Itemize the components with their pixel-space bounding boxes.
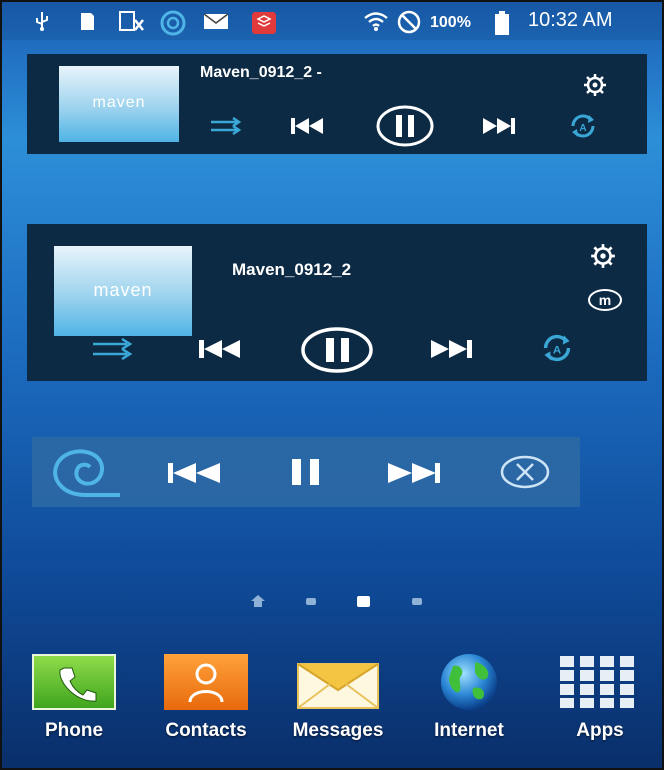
page-dot[interactable]: [412, 598, 422, 605]
track-title: Maven_0912_2: [232, 260, 352, 279]
next-icon[interactable]: [479, 116, 517, 136]
do-not-disturb-icon: [396, 10, 422, 39]
shuffle-icon[interactable]: [209, 116, 243, 136]
pause-icon[interactable]: [299, 326, 375, 374]
internet-label: Internet: [434, 720, 504, 741]
contacts-label: Contacts: [165, 720, 247, 741]
contacts-icon: [188, 663, 224, 703]
page-dot[interactable]: [306, 598, 316, 605]
album-art-text: maven: [93, 280, 153, 300]
email-icon: [202, 10, 234, 37]
apps-label: Apps: [576, 720, 624, 741]
maven-logo-icon[interactable]: [46, 445, 124, 499]
maven-icon: [158, 10, 188, 41]
track-title: Maven_0912_2 -: [200, 64, 322, 81]
music-widget-mini[interactable]: [32, 437, 580, 507]
gear-icon[interactable]: [582, 72, 608, 98]
music-widget-large[interactable]: maven Maven_0912_2 m A: [27, 224, 647, 381]
pause-icon[interactable]: [375, 104, 435, 148]
svg-text:A: A: [553, 345, 561, 357]
wifi-icon: [362, 10, 390, 37]
messages-label: Messages: [292, 720, 384, 741]
shuffle-icon[interactable]: [91, 338, 135, 360]
battery-icon: [492, 10, 512, 41]
apps-app[interactable]: [558, 654, 642, 710]
messages-app[interactable]: [296, 656, 380, 710]
svg-text:A: A: [579, 123, 586, 134]
repeat-icon[interactable]: A: [567, 112, 599, 140]
globe-icon: [441, 654, 497, 710]
home-page-dot[interactable]: [250, 594, 266, 608]
clock-time: 10:32 AM: [528, 9, 613, 31]
contacts-app[interactable]: [164, 654, 248, 710]
internet-app[interactable]: [427, 652, 511, 712]
music-widget-small[interactable]: maven Maven_0912_2 - A: [27, 54, 647, 154]
previous-icon[interactable]: [289, 116, 327, 136]
close-icon[interactable]: [498, 454, 552, 490]
battery-percent: 100%: [430, 14, 471, 31]
gear-icon[interactable]: [589, 242, 617, 270]
previous-icon[interactable]: [197, 338, 245, 360]
album-art: maven: [59, 66, 179, 142]
pause-icon[interactable]: [288, 457, 324, 487]
next-icon[interactable]: [427, 338, 475, 360]
sd-card-icon: [78, 10, 96, 37]
svg-text:m: m: [599, 292, 611, 308]
phone-label: Phone: [44, 720, 104, 741]
phone-icon: [59, 667, 97, 702]
phone-app[interactable]: [32, 654, 116, 710]
app-icon: [250, 10, 278, 41]
status-bar: 100% 10:32 AM: [2, 2, 662, 40]
album-art: maven: [54, 246, 192, 336]
previous-icon[interactable]: [166, 461, 224, 485]
album-art-text: maven: [92, 94, 146, 111]
m-circle-icon[interactable]: m: [587, 288, 623, 312]
page-dot-active[interactable]: [357, 596, 370, 607]
excel-icon: [118, 10, 146, 37]
repeat-icon[interactable]: A: [537, 332, 577, 364]
next-icon[interactable]: [384, 461, 442, 485]
home-screen: 100% 10:32 AM maven Maven_0912_2 - A mav…: [0, 0, 664, 770]
apps-grid-icon: [560, 656, 634, 708]
usb-icon: [32, 10, 52, 37]
messages-icon: [297, 663, 379, 709]
